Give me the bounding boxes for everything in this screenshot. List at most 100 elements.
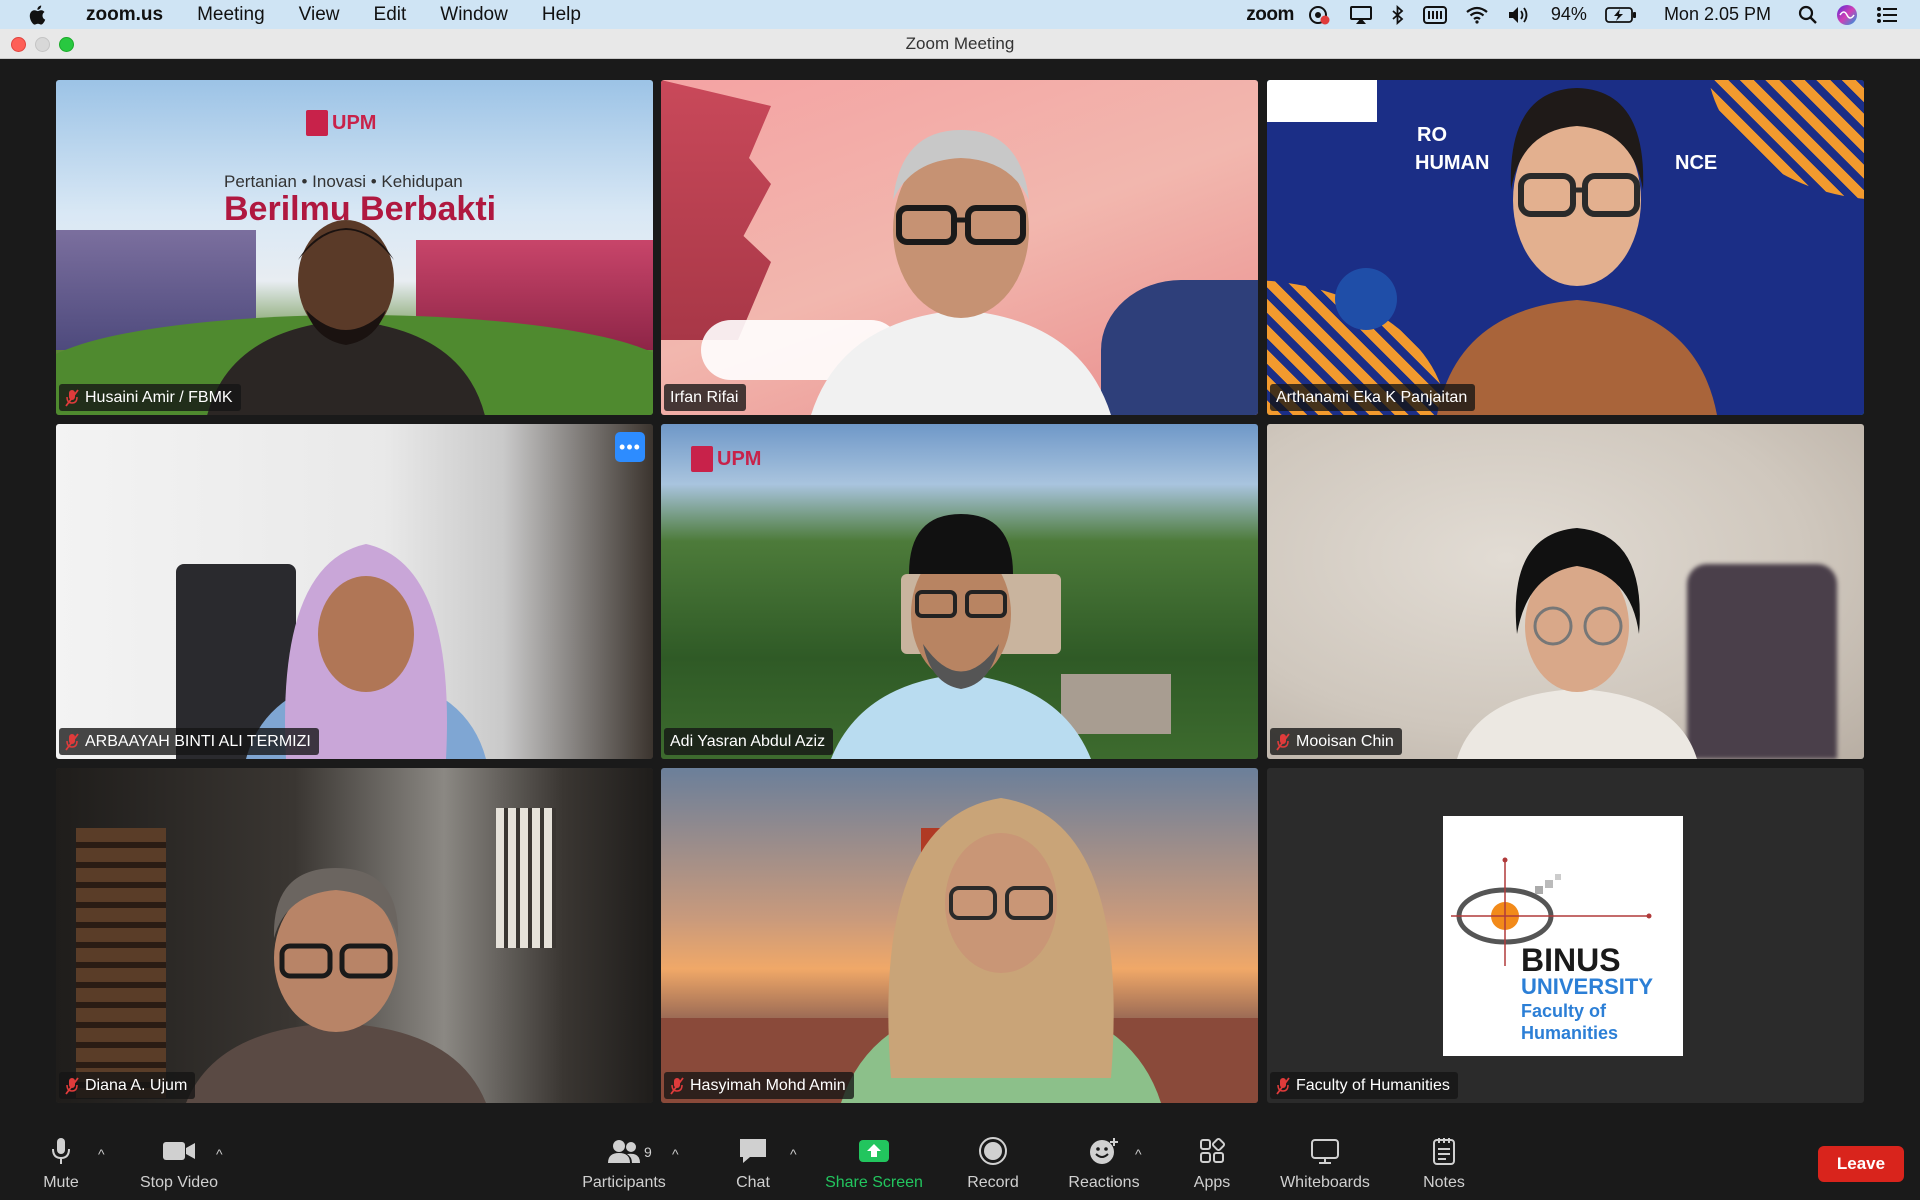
share-screen-label: Share Screen: [825, 1174, 923, 1191]
participant-tile-arbaayah[interactable]: ••• ARBAAYAH BINTI ALI TERMIZI: [56, 424, 653, 759]
bluetooth-icon[interactable]: [1382, 0, 1414, 29]
control-center-icon[interactable]: [1867, 0, 1920, 29]
record-button[interactable]: Record: [966, 1126, 1020, 1200]
participant-video-irfan: [811, 130, 1111, 415]
video-options-caret[interactable]: ^: [216, 1146, 223, 1162]
participant-video-arthanami: [1437, 88, 1717, 415]
menu-bar-status-area: zoom 94% Mon 2.05 PM: [1237, 0, 1920, 29]
stop-video-button[interactable]: Stop Video: [136, 1126, 222, 1200]
slide-circle-graphic: [1335, 268, 1397, 330]
window-title-bar: Zoom Meeting: [0, 29, 1920, 59]
participant-tile-husaini-amir[interactable]: UPM Pertanian • Inovasi • Kehidupan Beri…: [56, 80, 653, 415]
participant-video-arbaayah: [246, 544, 486, 759]
muted-mic-icon: [1276, 732, 1290, 751]
menu-meeting[interactable]: Meeting: [181, 4, 283, 26]
airplay-icon[interactable]: [1340, 0, 1382, 29]
muted-mic-icon: [65, 1076, 79, 1095]
participant-tile-mooisan-chin[interactable]: Mooisan Chin: [1267, 424, 1864, 759]
mute-label: Mute: [43, 1174, 79, 1191]
participant-tile-diana-ujum[interactable]: Diana A. Ujum: [56, 768, 653, 1103]
record-label: Record: [967, 1174, 1019, 1191]
menu-app-name[interactable]: zoom.us: [70, 4, 181, 26]
battery-percentage[interactable]: 94%: [1542, 0, 1596, 29]
participant-tile-arthanami-active-speaker[interactable]: RO HUMAN NCE Arthanami Eka K Panjaitan: [1267, 80, 1864, 415]
zoom-recording-icon[interactable]: [1298, 0, 1340, 29]
participant-tile-adi-yasran[interactable]: UPM Adi Yasran Abdul Aziz: [661, 424, 1258, 759]
participant-video-hasyimah: [841, 798, 1161, 1103]
menu-help[interactable]: Help: [526, 4, 599, 26]
participant-tile-hasyimah[interactable]: Hasyimah Mohd Amin: [661, 768, 1258, 1103]
muted-mic-icon: [1276, 1076, 1290, 1095]
window-close-button[interactable]: [11, 37, 26, 52]
reactions-smiley-icon: [1088, 1134, 1120, 1168]
notes-button[interactable]: Notes: [1420, 1126, 1468, 1200]
participant-video-husaini: [207, 220, 485, 415]
participant-name: Mooisan Chin: [1296, 732, 1394, 750]
audio-options-caret[interactable]: ^: [98, 1146, 105, 1162]
menu-view[interactable]: View: [283, 4, 358, 26]
participant-name: Faculty of Humanities: [1296, 1076, 1450, 1094]
muted-mic-icon: [65, 732, 79, 751]
participants-count: 9: [644, 1144, 652, 1160]
spotlight-search-icon[interactable]: [1789, 0, 1827, 29]
reactions-button[interactable]: Reactions: [1066, 1126, 1142, 1200]
menu-edit[interactable]: Edit: [358, 4, 425, 26]
chair-graphic: [1687, 564, 1837, 759]
participant-name: Arthanami Eka K Panjaitan: [1276, 388, 1468, 406]
participant-name: Diana A. Ujum: [85, 1076, 188, 1094]
participant-name: ARBAAYAH BINTI ALI TERMIZI: [85, 732, 311, 750]
keyboard-brightness-icon[interactable]: [1414, 0, 1456, 29]
battery-charging-icon[interactable]: [1596, 0, 1646, 29]
volume-icon[interactable]: [1498, 0, 1542, 29]
participant-video-adi: [831, 514, 1091, 759]
chat-options-caret[interactable]: ^: [790, 1146, 797, 1162]
participants-icon: [607, 1134, 641, 1168]
participant-more-options-button[interactable]: •••: [615, 432, 645, 462]
participants-button[interactable]: Participants: [578, 1126, 670, 1200]
upm-logo: UPM: [306, 110, 376, 136]
participant-name-tag: Irfan Rifai: [664, 384, 747, 411]
muted-mic-icon: [670, 1076, 684, 1095]
library-window-graphic: [496, 808, 556, 948]
participant-name-tag: Hasyimah Mohd Amin: [664, 1072, 854, 1099]
upm-crest-icon: [306, 110, 328, 136]
participant-name-tag: Diana A. Ujum: [59, 1072, 196, 1099]
reactions-options-caret[interactable]: ^: [1135, 1146, 1142, 1162]
menu-window[interactable]: Window: [424, 4, 526, 26]
chat-button[interactable]: Chat: [732, 1126, 774, 1200]
participant-name-tag: Arthanami Eka K Panjaitan: [1270, 384, 1476, 411]
bookshelf-graphic: [76, 828, 166, 1098]
mute-button[interactable]: Mute: [40, 1126, 82, 1200]
participants-options-caret[interactable]: ^: [672, 1146, 679, 1162]
leave-meeting-button[interactable]: Leave: [1818, 1146, 1904, 1182]
participant-name-tag: Adi Yasran Abdul Aziz: [664, 728, 834, 755]
window-fullscreen-button[interactable]: [59, 37, 74, 52]
window-minimize-button[interactable]: [35, 37, 50, 52]
video-camera-icon: [162, 1134, 196, 1168]
participant-video-mooisan: [1457, 528, 1697, 759]
wifi-icon[interactable]: [1456, 0, 1498, 29]
card-faculty: Faculty of Humanities: [1521, 1000, 1618, 1044]
whiteboards-button[interactable]: Whiteboards: [1276, 1126, 1374, 1200]
menu-bar-clock[interactable]: Mon 2.05 PM: [1646, 0, 1789, 29]
participant-name: Adi Yasran Abdul Aziz: [670, 732, 826, 750]
participant-tile-irfan-rifai[interactable]: Irfan Rifai: [661, 80, 1258, 415]
apps-button[interactable]: Apps: [1190, 1126, 1234, 1200]
pagoda-graphic: [661, 80, 771, 340]
card-university: UNIVERSITY: [1521, 974, 1654, 999]
participant-video-diana: [186, 868, 486, 1103]
microphone-icon: [50, 1134, 72, 1168]
participant-name-tag: ARBAAYAH BINTI ALI TERMIZI: [59, 728, 319, 755]
siri-icon[interactable]: [1827, 0, 1867, 29]
share-screen-button[interactable]: Share Screen: [822, 1126, 926, 1200]
participant-name: Irfan Rifai: [670, 388, 739, 406]
upm-crest-icon: [691, 446, 713, 472]
zoom-status-label[interactable]: zoom: [1237, 0, 1298, 29]
banner-tagline: Pertanian • Inovasi • Kehidupan: [224, 172, 463, 191]
participant-name-tag: Mooisan Chin: [1270, 728, 1402, 755]
macos-menu-bar: zoom.us Meeting View Edit Window Help zo…: [0, 0, 1920, 29]
participant-tile-faculty-of-humanities[interactable]: BINUS UNIVERSITY Faculty of Humanities F…: [1267, 768, 1864, 1103]
apple-menu-icon[interactable]: [26, 3, 50, 27]
whiteboards-label: Whiteboards: [1280, 1174, 1370, 1191]
reactions-label: Reactions: [1068, 1174, 1140, 1191]
